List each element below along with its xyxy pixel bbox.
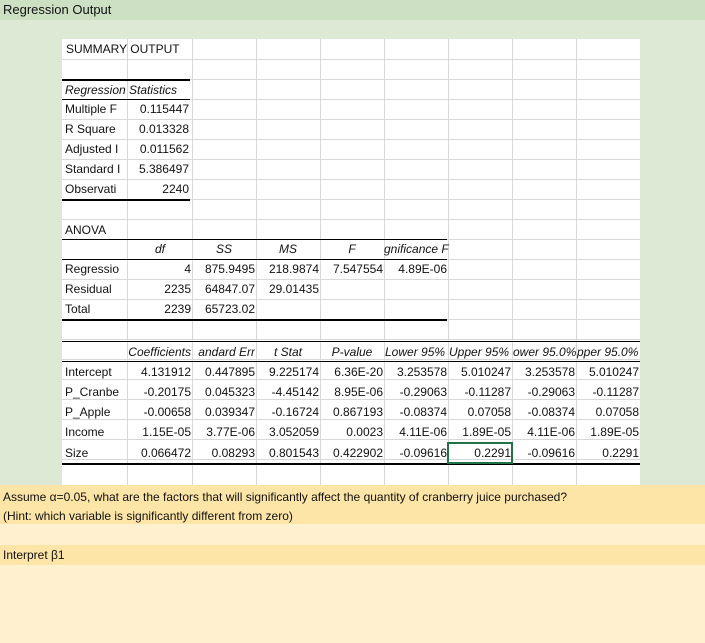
reg-stat-label: Standard I [65, 162, 121, 176]
reg-stat-value: 5.386497 [138, 162, 189, 176]
coef-cell: 5.010247 [588, 365, 639, 379]
coef-row-label: Intercept [65, 365, 112, 379]
anova-header: gnificance F [384, 242, 449, 256]
coef-header: P-value [331, 345, 373, 359]
coef-cell: 0.2291 [602, 446, 639, 460]
coef-cell: 3.052059 [268, 425, 319, 439]
coef-cell: -0.00658 [143, 405, 191, 419]
anova-cell: 2239 [164, 302, 191, 316]
coef-header: t Stat [273, 345, 302, 359]
coef-cell: -0.09616 [527, 446, 575, 460]
coef-cell: -0.20175 [143, 385, 191, 399]
anova-cell: 64847.07 [204, 282, 255, 296]
coef-header: Upper 95% [449, 345, 510, 359]
anova-cell: 218.9874 [268, 262, 319, 276]
coef-cell: -0.09616 [399, 446, 447, 460]
anova-header: MS [279, 242, 297, 256]
coef-header: pper 95.0% [577, 345, 639, 359]
anova-row-label: Total [65, 302, 91, 316]
anova-cell: 4 [184, 262, 191, 276]
anova-title: ANOVA [65, 223, 107, 237]
coef-cell: -0.08374 [527, 405, 575, 419]
coef-cell: 5.010247 [460, 365, 511, 379]
reg-stat-label: R Square [65, 122, 116, 136]
coef-cell: 0.045323 [204, 385, 255, 399]
reg-stat-label: Multiple F [65, 102, 118, 116]
anova-cell: 4.89E-06 [398, 262, 447, 276]
anova-row-label: Residual [65, 282, 112, 296]
reg-stat-label: Observati [65, 182, 117, 196]
coef-row-label: P_Cranbe [65, 385, 120, 399]
coef-cell: -0.11287 [464, 385, 511, 399]
coef-cell: -0.29063 [527, 385, 575, 399]
coef-cell: 0.039347 [204, 405, 255, 419]
coef-cell: 6.36E-20 [334, 365, 383, 379]
question1-line1: Assume α=0.05, what are the factors that… [3, 490, 568, 504]
coef-cell: 0.447895 [204, 365, 255, 379]
answer-area[interactable] [0, 565, 705, 643]
coef-cell: 4.11E-06 [527, 425, 575, 439]
coef-cell: -0.08374 [399, 405, 447, 419]
coef-cell: 0.066472 [140, 446, 191, 460]
coef-cell: 1.89E-05 [590, 425, 639, 439]
coef-cell: 4.131912 [140, 365, 191, 379]
anova-row-label: Regressio [65, 262, 120, 276]
anova-cell: 7.547554 [332, 262, 383, 276]
reg-stat-value: 0.013328 [138, 122, 189, 136]
anova-cell: 65723.02 [204, 302, 255, 316]
spreadsheet-grid[interactable]: SUMMARY OUTPUT Regression Statistics Mul… [62, 39, 640, 485]
coef-cell: -0.16724 [271, 405, 319, 419]
reg-stat-value: 0.011562 [139, 142, 189, 156]
reg-stat-value: 2240 [162, 182, 189, 196]
coef-cell: -4.45142 [271, 385, 319, 399]
coef-cell: 1.15E-05 [142, 425, 191, 439]
sheet-title: Regression Output [3, 2, 112, 17]
anova-cell: 2235 [164, 282, 191, 296]
coef-header: Lower 95% [385, 345, 446, 359]
coef-header: ower 95.0% [513, 345, 576, 359]
sheet-title-bar: Regression Output [0, 0, 705, 20]
coef-cell: 0.0023 [346, 425, 383, 439]
coef-cell: 0.07058 [467, 405, 511, 419]
answer-band[interactable] [0, 524, 705, 545]
question2: Interpret β1 [3, 548, 65, 562]
coef-cell: 0.08293 [211, 446, 255, 460]
coef-cell: 3.253578 [396, 365, 447, 379]
coef-cell: 3.77E-06 [206, 425, 255, 439]
active-cell-selection[interactable] [447, 442, 513, 464]
question1-line2: (Hint: which variable is significantly d… [3, 509, 293, 523]
anova-header: SS [215, 242, 232, 256]
coef-cell: 3.253578 [524, 365, 575, 379]
coef-cell: -0.11287 [592, 385, 639, 399]
reg-stat-label: Adjusted I [65, 142, 119, 156]
coef-cell: 0.422902 [332, 446, 383, 460]
coef-cell: -0.29063 [399, 385, 447, 399]
anova-cell: 875.9495 [204, 262, 255, 276]
coef-cell: 8.95E-06 [334, 385, 383, 399]
coef-cell: 4.11E-06 [399, 425, 447, 439]
regression-statistics-header: Regression Statistics [65, 83, 178, 97]
coef-row-label: Size [65, 446, 89, 460]
coef-cell: 0.07058 [595, 405, 639, 419]
coef-cell: 1.89E-05 [462, 425, 511, 439]
reg-stat-value: 0.115447 [139, 102, 189, 116]
coef-cell: 0.867193 [332, 405, 383, 419]
coef-cell: 0.801543 [268, 446, 319, 460]
coef-header: Coefficients [128, 345, 191, 359]
coef-row-label: Income [65, 425, 105, 439]
anova-header: F [348, 242, 356, 256]
coef-header: andard Err [198, 345, 255, 359]
summary-output-title: SUMMARY OUTPUT [66, 42, 180, 56]
coef-cell: 9.225174 [268, 365, 319, 379]
anova-cell: 29.01435 [268, 282, 319, 296]
anova-header: df [154, 242, 165, 256]
coef-row-label: P_Apple [65, 405, 111, 419]
